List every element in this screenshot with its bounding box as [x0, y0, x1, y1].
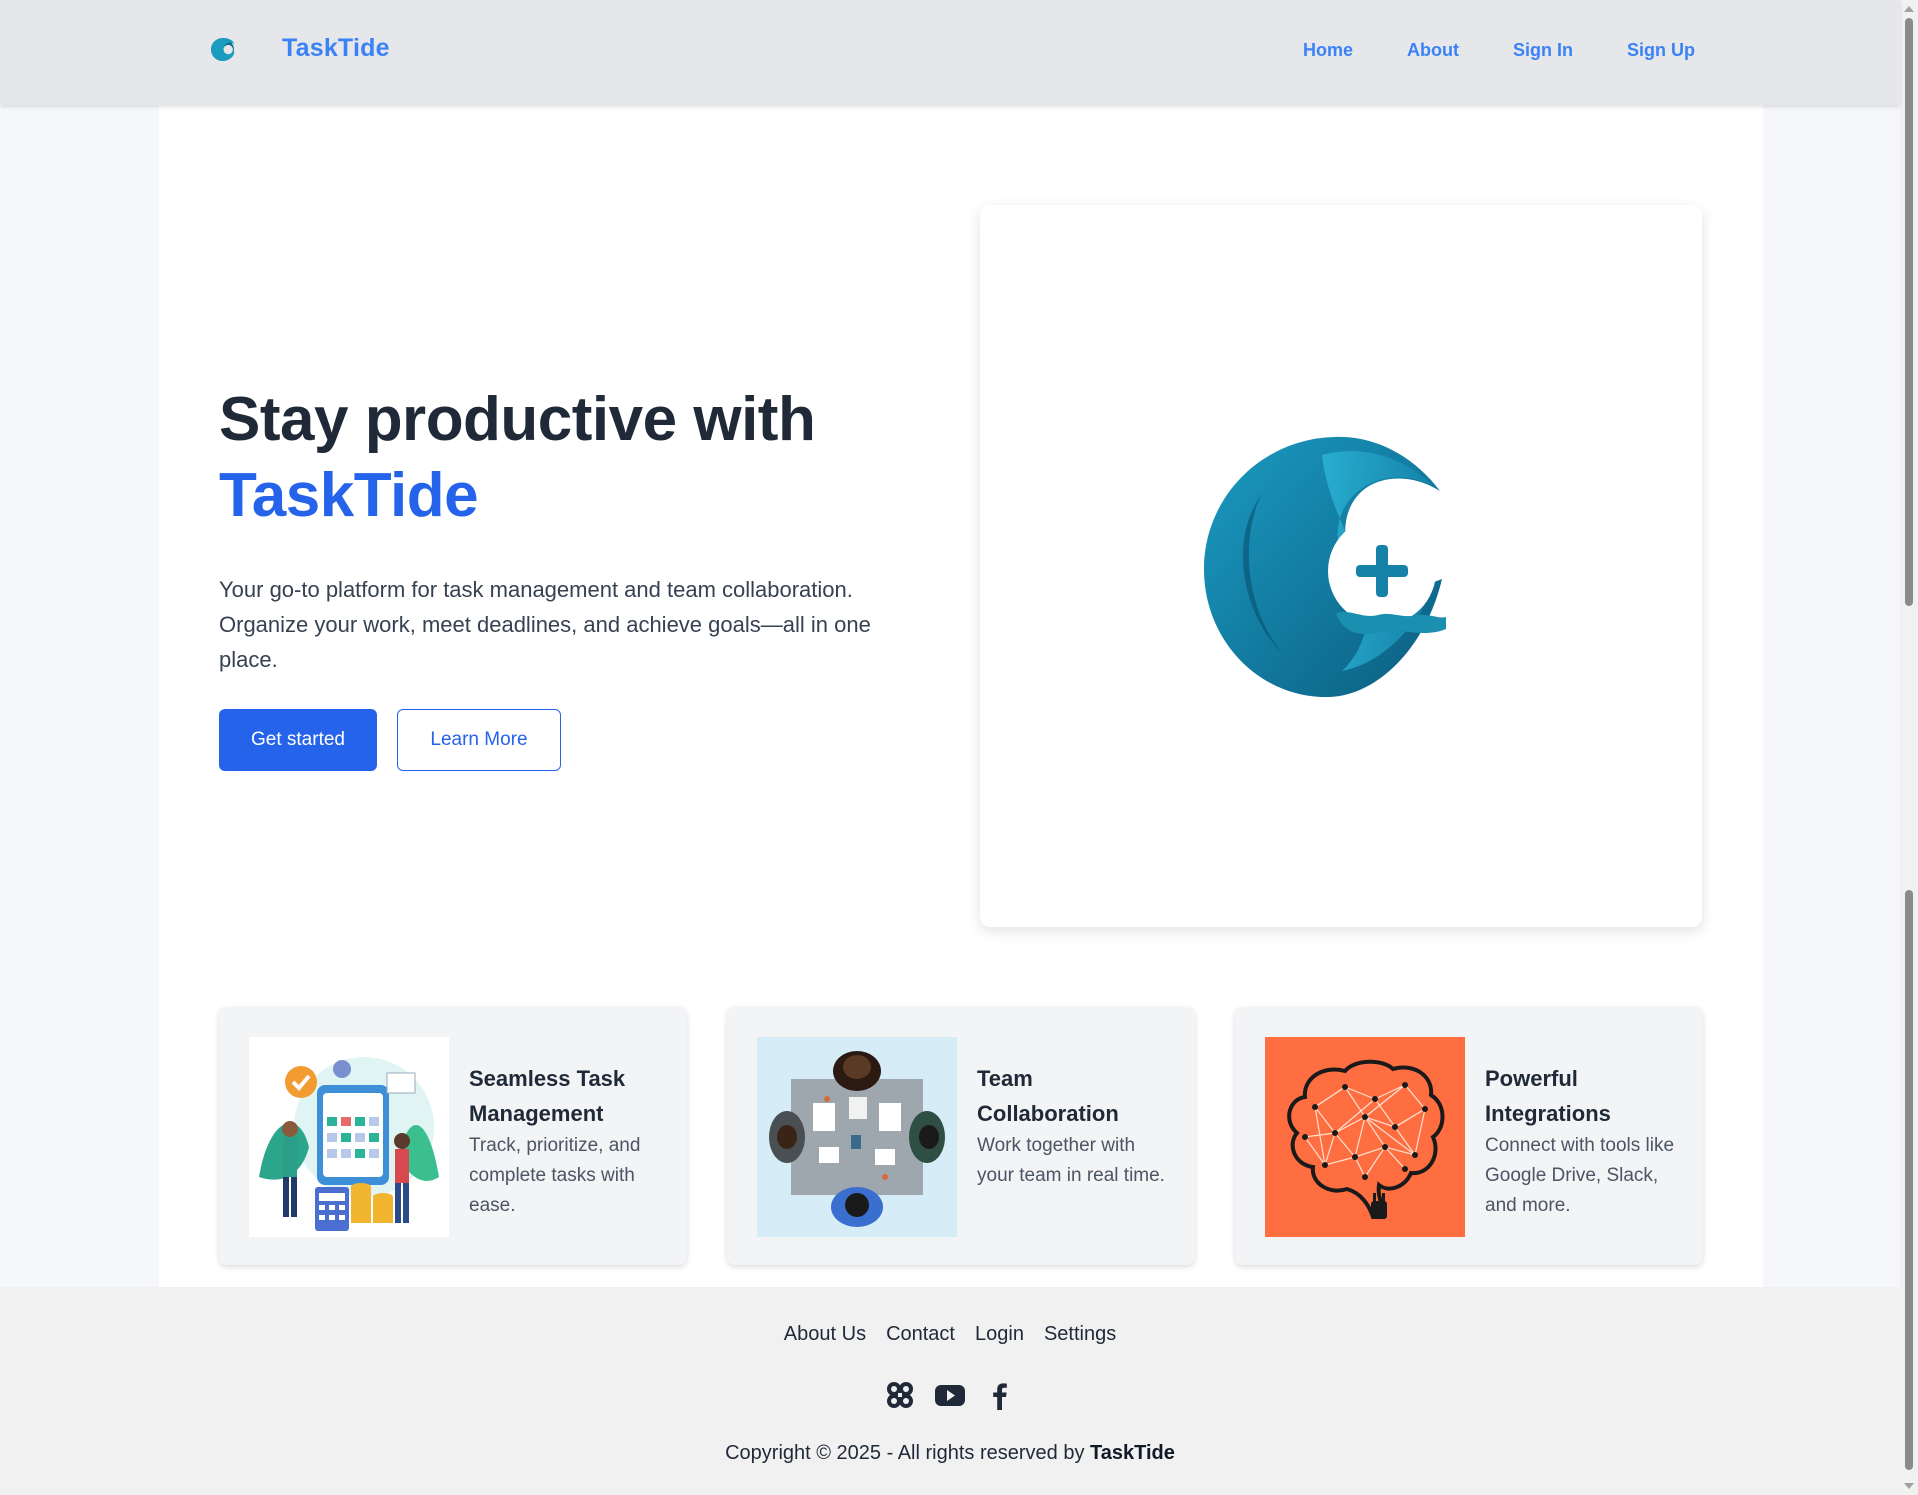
brand[interactable]: TaskTide	[210, 34, 390, 63]
nav-home-link[interactable]: Home	[1303, 40, 1353, 61]
feature-title: Powerful Integrations	[1485, 1066, 1611, 1126]
nav-signup-link[interactable]: Sign Up	[1627, 40, 1695, 61]
task-management-illustration	[249, 1037, 449, 1237]
learn-more-button[interactable]: Learn More	[397, 709, 561, 771]
hero-title: Stay productive with TaskTide	[219, 382, 919, 534]
feature-text: Seamless Task Management Track, prioriti…	[469, 1061, 669, 1221]
copyright-text: Copyright © 2025 - All rights reserved b…	[725, 1442, 1085, 1464]
hero-logo-card	[980, 205, 1702, 927]
clover-icon[interactable]	[884, 1379, 916, 1411]
footer-login-link[interactable]: Login	[975, 1323, 1024, 1346]
footer-links: About Us Contact Login Settings	[0, 1323, 1900, 1346]
top-navbar: TaskTide Home About Sign In Sign Up	[0, 0, 1900, 105]
scrollbar-thumb-secondary[interactable]	[1905, 890, 1913, 1470]
hero-text: Stay productive with TaskTide Your go-to…	[219, 382, 919, 771]
feature-description: Work together with your team in real tim…	[977, 1135, 1165, 1186]
feature-title: Seamless Task Management	[469, 1066, 626, 1126]
facebook-icon[interactable]	[984, 1379, 1016, 1411]
nav-links: Home About Sign In Sign Up	[1303, 40, 1695, 61]
social-links	[0, 1379, 1900, 1411]
hero-buttons: Get started Learn More	[219, 709, 919, 771]
feature-title: Team Collaboration	[977, 1066, 1119, 1126]
feature-description: Track, prioritize, and complete tasks wi…	[469, 1135, 641, 1216]
nav-signin-link[interactable]: Sign In	[1513, 40, 1573, 61]
footer-about-link[interactable]: About Us	[784, 1323, 866, 1346]
feature-description: Connect with tools like Google Drive, Sl…	[1485, 1135, 1675, 1216]
team-meeting-illustration	[757, 1037, 957, 1237]
scroll-up-arrow-icon[interactable]	[1904, 6, 1914, 12]
features-section: Seamless Task Management Track, prioriti…	[219, 1007, 1703, 1265]
youtube-icon[interactable]	[934, 1379, 966, 1411]
hero-title-accent: TaskTide	[219, 461, 479, 530]
copyright-brand: TaskTide	[1090, 1442, 1175, 1464]
hero-description: Your go-to platform for task management …	[219, 577, 871, 672]
feature-card-team-collaboration: Team Collaboration Work together with yo…	[727, 1007, 1195, 1265]
nav-about-link[interactable]: About	[1407, 40, 1459, 61]
footer-contact-link[interactable]: Contact	[886, 1323, 955, 1346]
wave-logo-icon	[211, 37, 235, 61]
footer: About Us Contact Login Settings Copyrigh…	[0, 1287, 1900, 1495]
main-panel: Stay productive with TaskTide Your go-to…	[159, 105, 1763, 1287]
feature-card-integrations: Powerful Integrations Connect with tools…	[1235, 1007, 1703, 1265]
copyright: Copyright © 2025 - All rights reserved b…	[0, 1442, 1900, 1465]
scroll-down-arrow-icon[interactable]	[1904, 1483, 1914, 1489]
feature-text: Powerful Integrations Connect with tools…	[1485, 1061, 1685, 1221]
brand-name: TaskTide	[282, 34, 390, 62]
brain-network-illustration	[1265, 1037, 1465, 1237]
vertical-scrollbar[interactable]	[1900, 0, 1918, 1495]
feature-text: Team Collaboration Work together with yo…	[977, 1061, 1177, 1191]
hero-title-line: Stay productive with	[219, 385, 816, 454]
feature-card-task-management: Seamless Task Management Track, prioriti…	[219, 1007, 687, 1265]
footer-settings-link[interactable]: Settings	[1044, 1323, 1116, 1346]
get-started-button[interactable]: Get started	[219, 709, 377, 771]
tasktide-logo-icon	[1204, 436, 1446, 698]
scrollbar-thumb[interactable]	[1905, 18, 1913, 606]
